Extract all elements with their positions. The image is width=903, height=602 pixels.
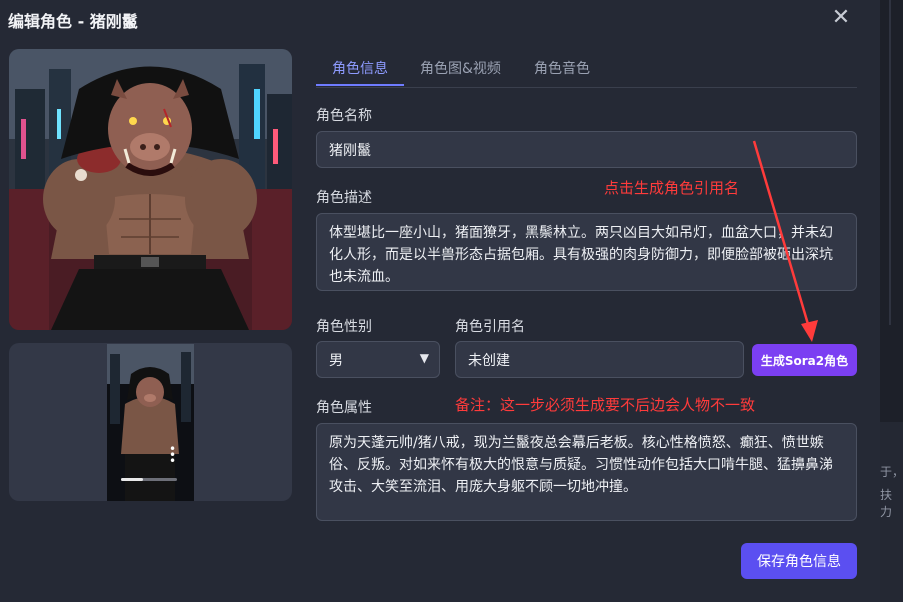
- annotation-arrow: [752, 140, 818, 342]
- annotation-note: 备注：这一步必须生成要不后边会人物不一致: [455, 396, 756, 414]
- save-character-button[interactable]: 保存角色信息: [741, 543, 857, 579]
- tab-character-media[interactable]: 角色图&视频: [420, 58, 501, 78]
- attributes-textarea[interactable]: 原为天蓬元帅/猪八戒，现为兰鬣夜总会幕后老板。核心性格愤怒、癫狂、愤世嫉俗、反叛…: [316, 423, 857, 521]
- edit-character-dialog: 编辑角色 - 猪刚鬣 ✕ • • • 角色信息 角色图&视频 角色音色 角色名称…: [0, 0, 880, 602]
- reference-name-label: 角色引用名: [455, 319, 525, 335]
- boar-warrior-illustration: [9, 49, 292, 330]
- annotation-click-hint: 点击生成角色引用名: [604, 179, 740, 197]
- background-text-fragment: 于，: [880, 465, 903, 479]
- tab-character-info[interactable]: 角色信息: [332, 58, 388, 78]
- background-text-fragment: 扶力: [880, 488, 893, 519]
- dialog-title: 编辑角色 - 猪刚鬣: [8, 12, 138, 31]
- video-progress-bar[interactable]: [121, 478, 177, 481]
- gender-value: 男: [329, 352, 343, 369]
- video-thumbnail-panel: • • •: [9, 343, 292, 501]
- description-label: 角色描述: [316, 190, 372, 206]
- active-tab-indicator: [316, 84, 404, 86]
- video-progress-fill: [121, 478, 144, 481]
- reference-name-input[interactable]: 未创建: [455, 341, 744, 378]
- gender-select[interactable]: 男 ▼: [316, 341, 440, 378]
- tab-bar: 角色信息 角色图&视频 角色音色: [316, 49, 857, 88]
- more-options-icon[interactable]: • • •: [169, 443, 176, 467]
- name-label: 角色名称: [316, 108, 372, 124]
- tab-character-voice[interactable]: 角色音色: [534, 58, 590, 78]
- reference-name-value: 未创建: [468, 352, 510, 369]
- name-value: 猪刚鬣: [329, 142, 371, 159]
- close-icon[interactable]: ✕: [828, 5, 854, 31]
- attributes-label: 角色属性: [316, 400, 372, 416]
- background-divider: [889, 0, 891, 325]
- gender-label: 角色性别: [316, 319, 372, 335]
- character-portrait[interactable]: [9, 49, 292, 330]
- chevron-down-icon: ▼: [419, 351, 429, 365]
